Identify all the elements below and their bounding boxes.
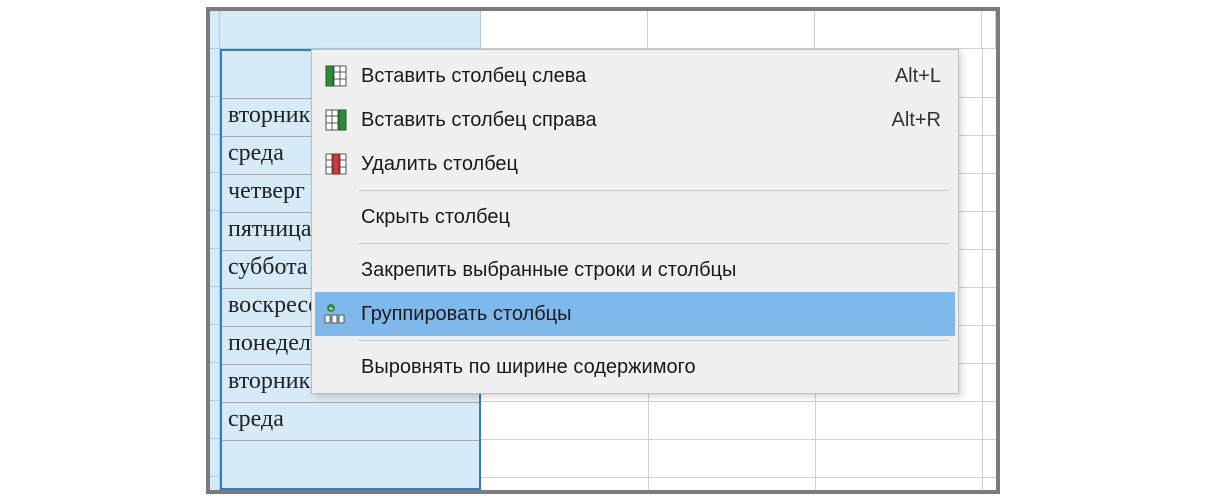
menu-hide-column[interactable]: Скрыть столбец — [315, 195, 955, 239]
menu-separator — [359, 340, 949, 341]
column-header-C[interactable] — [648, 11, 815, 49]
insert-col-left-icon — [321, 65, 351, 87]
menu-shortcut: Alt+R — [892, 109, 947, 132]
row-header[interactable] — [210, 135, 219, 173]
menu-separator — [359, 243, 949, 244]
column-headers-row — [210, 11, 996, 49]
row-header[interactable] — [210, 439, 219, 477]
spreadsheet-frame: вторник среда четверг пятница суббота во… — [206, 7, 1000, 494]
row-header[interactable] — [210, 97, 219, 135]
row-header[interactable] — [210, 287, 219, 325]
column-header-B[interactable] — [481, 11, 648, 49]
menu-label: Группировать столбцы — [351, 303, 947, 326]
menu-group-columns[interactable]: + Группировать столбцы — [315, 292, 955, 336]
menu-delete-column[interactable]: Удалить столбец — [315, 142, 955, 186]
row-header[interactable] — [210, 249, 219, 287]
menu-label: Удалить столбец — [351, 153, 941, 176]
row-header[interactable] — [210, 49, 219, 97]
menu-label: Вставить столбец слева — [351, 65, 895, 88]
column-context-menu: Вставить столбец слева Alt+L Вставить ст… — [311, 49, 959, 394]
menu-label: Выровнять по ширине содержимого — [351, 356, 947, 379]
insert-col-right-icon — [321, 109, 351, 131]
column-header-A[interactable] — [220, 11, 481, 49]
menu-autofit-column-width[interactable]: Выровнять по ширине содержимого — [315, 345, 955, 389]
delete-col-icon — [321, 153, 351, 175]
row-header[interactable] — [210, 363, 219, 401]
row-headers-column — [210, 49, 220, 490]
column-header-D[interactable] — [815, 11, 982, 49]
menu-shortcut: Alt+L — [895, 65, 947, 88]
row-header[interactable] — [210, 477, 219, 494]
row-header[interactable] — [210, 173, 219, 211]
menu-insert-column-right[interactable]: Вставить столбец справа Alt+R — [315, 98, 955, 142]
group-cols-icon: + — [321, 304, 351, 324]
menu-freeze-rows-columns[interactable]: Закрепить выбранные строки и столбцы — [315, 248, 955, 292]
menu-label: Закрепить выбранные строки и столбцы — [351, 259, 947, 282]
select-all-corner[interactable] — [210, 11, 220, 49]
row-header[interactable] — [210, 325, 219, 363]
row-header[interactable] — [210, 401, 219, 439]
cell[interactable]: среда — [222, 403, 479, 441]
menu-insert-column-left[interactable]: Вставить столбец слева Alt+L — [315, 54, 955, 98]
menu-label: Вставить столбец справа — [351, 109, 892, 132]
svg-text:+: + — [329, 306, 333, 313]
menu-label: Скрыть столбец — [351, 206, 947, 229]
row-header[interactable] — [210, 211, 219, 249]
column-header-E[interactable] — [982, 11, 996, 49]
menu-separator — [359, 190, 949, 191]
